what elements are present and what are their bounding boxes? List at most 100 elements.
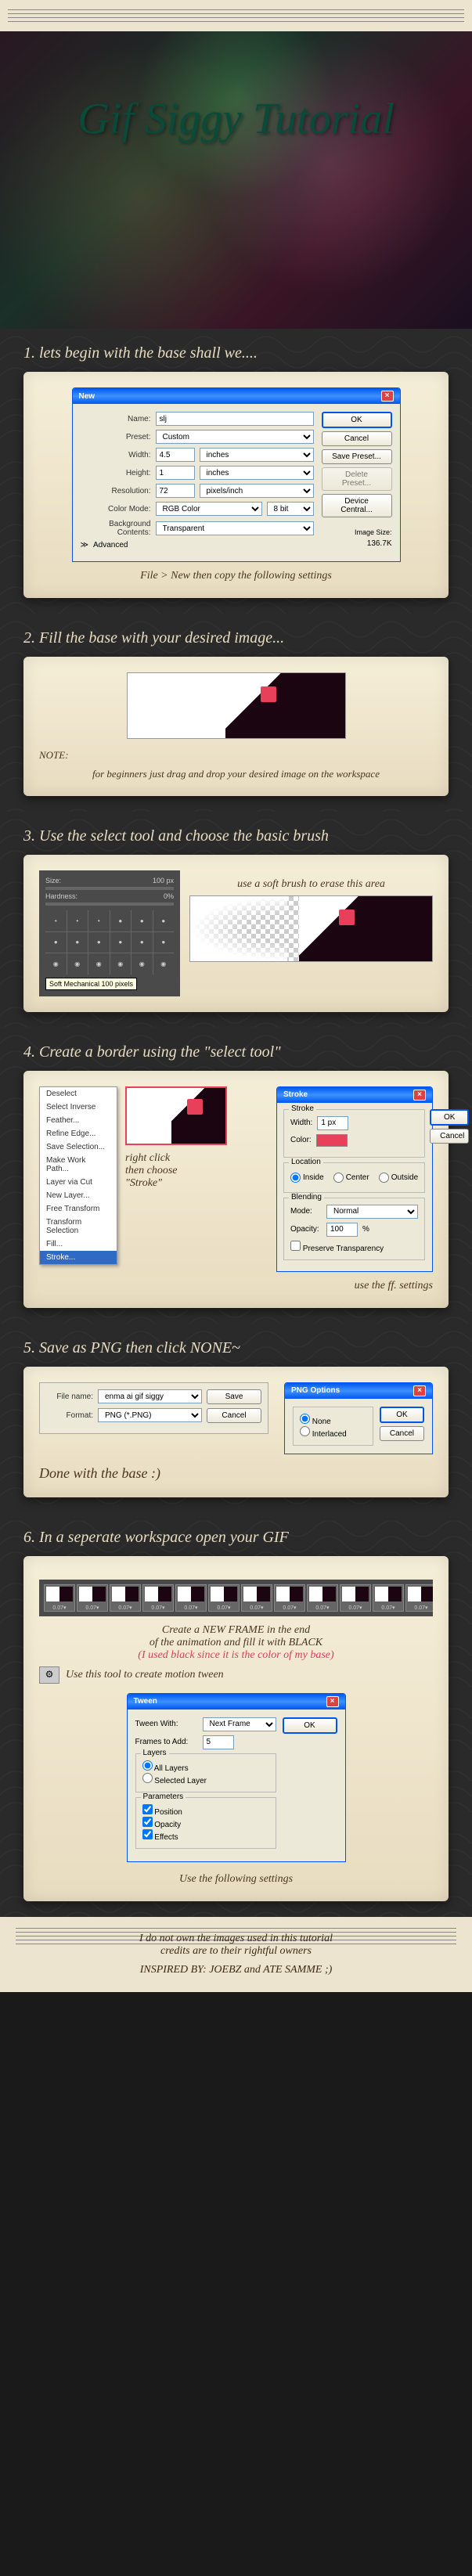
preserve-checkbox[interactable]: Preserve Transparency <box>290 1245 384 1253</box>
mode-label: Color Mode: <box>81 505 151 513</box>
blend-mode-select[interactable]: Normal <box>326 1205 418 1219</box>
menu-item[interactable]: Deselect <box>40 1087 117 1101</box>
opacity-checkbox[interactable]: Opacity <box>142 1817 269 1829</box>
stroke-ok-button[interactable]: OK <box>430 1109 469 1126</box>
stroke-color-swatch[interactable] <box>316 1134 348 1147</box>
animation-frame[interactable]: 0.07▾ <box>110 1584 141 1612</box>
close-icon[interactable]: × <box>413 1385 426 1396</box>
format-select[interactable]: PNG (*.PNG) <box>98 1408 202 1422</box>
step-4: 4. Create a border using the "select too… <box>0 1028 472 1324</box>
png-ok-button[interactable]: OK <box>380 1407 424 1423</box>
menu-item[interactable]: Save Selection... <box>40 1140 117 1154</box>
opacity-input[interactable] <box>326 1223 358 1237</box>
menu-item[interactable]: New Layer... <box>40 1189 117 1202</box>
animation-frame[interactable]: 0.07▾ <box>274 1584 305 1612</box>
res-unit-select[interactable]: pixels/inch <box>200 484 314 498</box>
save-preset-button[interactable]: Save Preset... <box>322 449 392 464</box>
save-button[interactable]: Save <box>207 1389 261 1404</box>
step-4-hint3: "Stroke" <box>125 1177 268 1190</box>
menu-item[interactable]: Select Inverse <box>40 1101 117 1114</box>
menu-item[interactable]: Make Work Path... <box>40 1154 117 1176</box>
png-options-dialog: PNG Options× None Interlaced OK Cancel <box>284 1382 433 1454</box>
loc-outside-radio[interactable]: Outside <box>379 1173 418 1183</box>
png-none-radio[interactable]: None <box>300 1414 366 1426</box>
depth-select[interactable]: 8 bit <box>267 502 314 516</box>
height-input[interactable] <box>156 466 195 480</box>
brush-grid[interactable]: •••●●● ●●●●●● ◉◉◉◉◉◉ <box>45 910 174 975</box>
animation-frame[interactable]: 0.07▾ <box>241 1584 272 1612</box>
cancel-button[interactable]: Cancel <box>322 431 392 446</box>
close-icon[interactable]: × <box>413 1090 426 1101</box>
menu-item[interactable]: Refine Edge... <box>40 1127 117 1140</box>
advanced-toggle[interactable]: Advanced <box>93 541 128 549</box>
step-5: 5. Save as PNG then click NONE~ File nam… <box>0 1324 472 1513</box>
filename-input[interactable]: enma ai gif siggy <box>98 1389 202 1403</box>
loc-center-radio[interactable]: Center <box>333 1173 369 1183</box>
step-2-note: for beginners just drag and drop your de… <box>39 768 433 780</box>
ok-button[interactable]: OK <box>322 412 392 428</box>
step-3-hint: use a soft brush to erase this area <box>189 878 433 891</box>
loc-inside-radio[interactable]: Inside <box>290 1173 324 1183</box>
menu-item[interactable]: Layer via Cut <box>40 1176 117 1189</box>
bg-select[interactable]: Transparent <box>156 521 314 535</box>
png-interlaced-radio[interactable]: Interlaced <box>300 1426 366 1439</box>
frames-input[interactable] <box>203 1735 234 1749</box>
footer: I do not own the images used in this tut… <box>0 1917 472 1992</box>
menu-item[interactable]: Fill... <box>40 1238 117 1251</box>
animation-frame[interactable]: 0.07▾ <box>142 1584 174 1612</box>
step-2-heading: 2. Fill the base with your desired image… <box>23 629 449 647</box>
step-5-heading: 5. Save as PNG then click NONE~ <box>23 1339 449 1357</box>
pos-checkbox[interactable]: Position <box>142 1804 269 1817</box>
tween-with-select[interactable]: Next Frame <box>203 1717 276 1731</box>
note-label: NOTE: <box>39 749 433 762</box>
animation-frame[interactable]: 0.07▾ <box>373 1584 404 1612</box>
mode-select[interactable]: RGB Color <box>156 502 262 516</box>
step-2: 2. Fill the base with your desired image… <box>0 614 472 812</box>
png-cancel-button[interactable]: Cancel <box>380 1426 424 1441</box>
menu-item[interactable]: Feather... <box>40 1114 117 1127</box>
all-layers-radio[interactable]: All Layers <box>142 1760 269 1773</box>
animation-frame[interactable]: 0.07▾ <box>175 1584 207 1612</box>
menu-item[interactable]: Stroke... <box>40 1251 117 1264</box>
border-preview <box>125 1086 227 1145</box>
animation-frame[interactable]: 0.07▾ <box>77 1584 108 1612</box>
bg-label: Background Contents: <box>81 520 151 537</box>
tween-ok-button[interactable]: OK <box>283 1717 337 1734</box>
width-input[interactable] <box>156 448 195 462</box>
width-unit-select[interactable]: inches <box>200 448 314 462</box>
stroke-cancel-button[interactable]: Cancel <box>430 1129 469 1144</box>
base-image-preview <box>127 672 346 739</box>
step-6-line2: of the animation and fill it with BLACK <box>39 1637 433 1649</box>
brush-hardness-label: Hardness: <box>45 892 77 900</box>
step-6-heading: 6. In a seperate workspace open your GIF <box>23 1529 449 1547</box>
animation-frame[interactable]: 0.07▾ <box>340 1584 371 1612</box>
menu-item[interactable]: Free Transform <box>40 1202 117 1216</box>
menu-item[interactable]: Transform Selection <box>40 1216 117 1238</box>
sel-layer-radio[interactable]: Selected Layer <box>142 1773 269 1785</box>
animation-frame[interactable]: 0.07▾ <box>405 1584 433 1612</box>
name-input[interactable] <box>156 412 314 426</box>
preset-select[interactable]: Custom <box>156 430 314 444</box>
step-6: 6. In a seperate workspace open your GIF… <box>0 1513 472 1917</box>
context-menu: DeselectSelect InverseFeather...Refine E… <box>39 1086 117 1265</box>
res-input[interactable] <box>156 484 195 498</box>
step-6-line4: Use this tool to create motion tween <box>66 1669 224 1681</box>
close-icon[interactable]: × <box>326 1696 339 1707</box>
close-icon[interactable]: × <box>381 391 394 402</box>
step-3-panel: Size:100 px Hardness:0% •••●●● ●●●●●● ◉◉… <box>23 855 449 1012</box>
stroke-dialog: Stroke× Stroke Width: Color: Location In… <box>276 1086 433 1272</box>
delete-preset-button: Delete Preset... <box>322 467 392 491</box>
animation-frame[interactable]: 0.07▾ <box>208 1584 240 1612</box>
animation-timeline[interactable]: 0.07▾0.07▾0.07▾0.07▾0.07▾0.07▾0.07▾0.07▾… <box>39 1580 433 1616</box>
save-cancel-button[interactable]: Cancel <box>207 1408 261 1423</box>
animation-frame[interactable]: 0.07▾ <box>44 1584 75 1612</box>
tween-tool-icon[interactable]: ⚙ <box>39 1666 59 1684</box>
brush-size-value: 100 px <box>153 877 174 884</box>
step-1: 1. lets begin with the base shall we....… <box>0 329 472 614</box>
effects-checkbox[interactable]: Effects <box>142 1829 269 1842</box>
device-central-button[interactable]: Device Central... <box>322 494 392 517</box>
tween-dialog: Tween× Tween With:Next Frame Frames to A… <box>127 1693 346 1862</box>
height-unit-select[interactable]: inches <box>200 466 314 480</box>
animation-frame[interactable]: 0.07▾ <box>307 1584 338 1612</box>
stroke-width-input[interactable] <box>317 1116 348 1130</box>
